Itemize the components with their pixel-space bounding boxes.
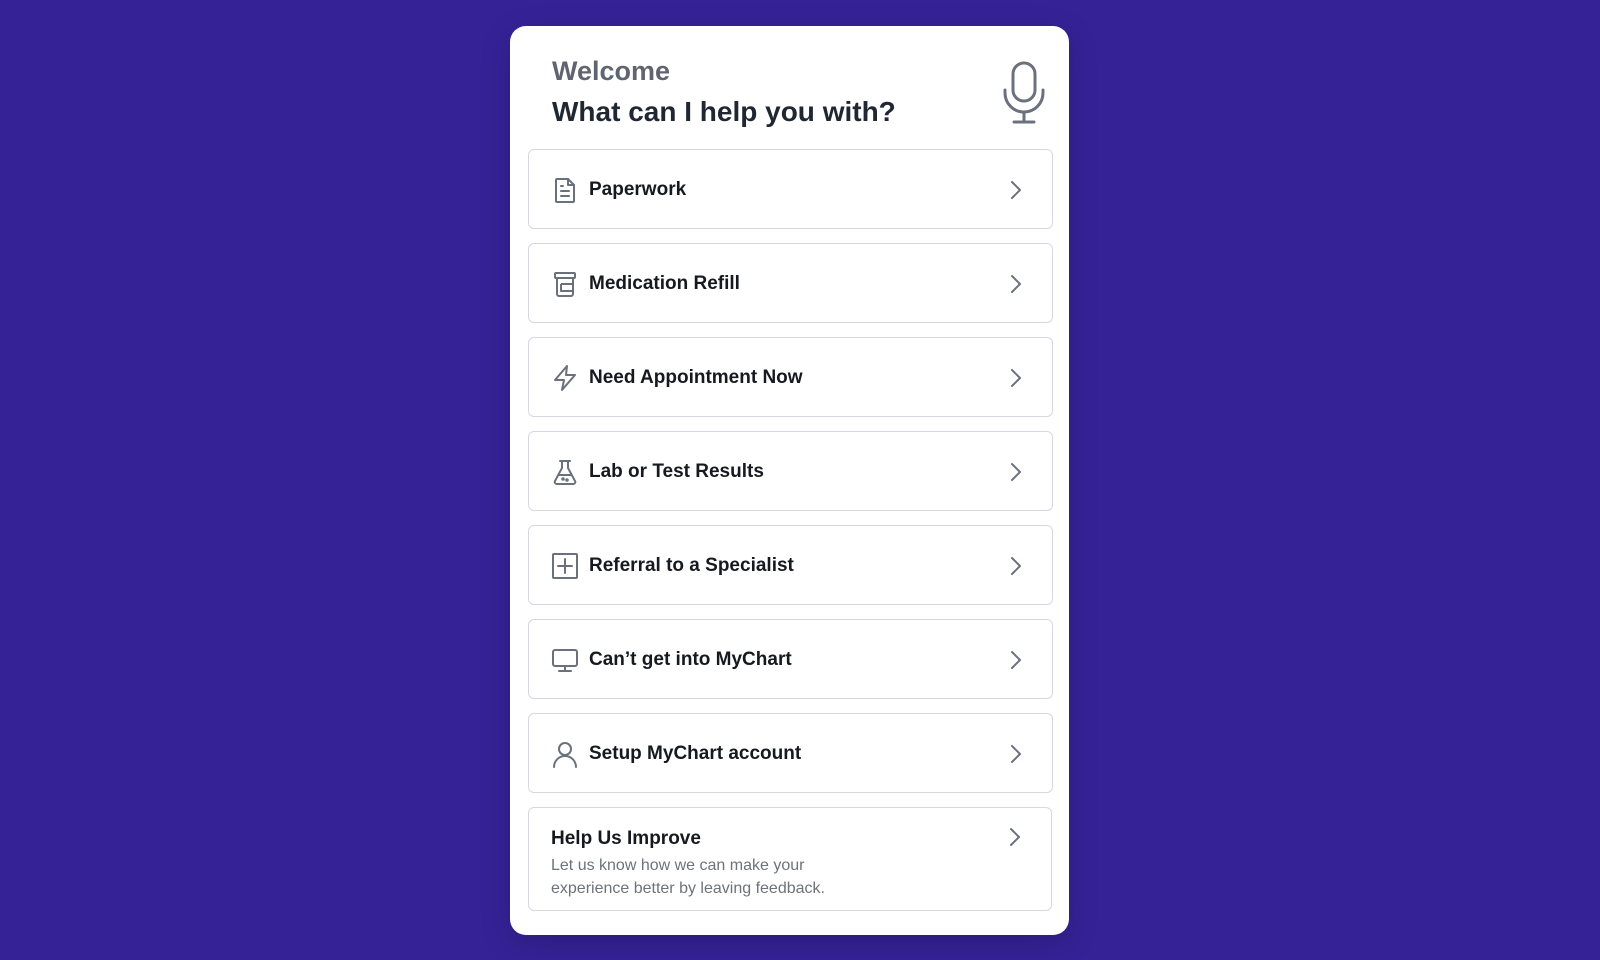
option-label: Paperwork	[589, 179, 687, 200]
chevron-right-icon	[1006, 461, 1026, 483]
option-need-appointment-now[interactable]: Need Appointment Now	[528, 337, 1053, 417]
microphone-icon[interactable]	[1001, 60, 1047, 126]
chevron-right-icon	[1006, 649, 1026, 671]
chevron-right-icon	[1005, 826, 1025, 848]
feedback-title: Help Us Improve	[551, 828, 701, 849]
chevron-right-icon	[1006, 555, 1026, 577]
option-label: Setup MyChart account	[589, 743, 802, 764]
chevron-right-icon	[1006, 273, 1026, 295]
chevron-right-icon	[1006, 179, 1026, 201]
option-setup-mychart-account[interactable]: Setup MyChart account	[528, 713, 1053, 793]
assistant-card: Welcome What can I help you with? Paperw…	[510, 26, 1069, 935]
plus-square-icon	[551, 552, 579, 580]
document-icon	[551, 176, 579, 204]
option-label: Need Appointment Now	[589, 367, 803, 388]
chevron-right-icon	[1006, 743, 1026, 765]
user-icon	[551, 740, 579, 768]
option-paperwork[interactable]: Paperwork	[528, 149, 1053, 229]
help-options-list: Paperwork Medication Refill Need Appoint…	[528, 149, 1053, 911]
option-cant-get-into-mychart[interactable]: Can’t get into MyChart	[528, 619, 1053, 699]
flask-icon	[551, 458, 579, 486]
option-label: Lab or Test Results	[589, 461, 764, 482]
card-header: Welcome What can I help you with?	[510, 26, 1069, 148]
pill-bottle-icon	[551, 270, 579, 298]
option-label: Can’t get into MyChart	[589, 649, 792, 670]
option-medication-refill[interactable]: Medication Refill	[528, 243, 1053, 323]
feedback-description: Let us know how we can make your experie…	[551, 857, 825, 897]
option-label: Medication Refill	[589, 273, 740, 294]
welcome-heading: Welcome	[552, 56, 671, 86]
lightning-icon	[551, 364, 579, 392]
option-label: Referral to a Specialist	[589, 555, 794, 576]
monitor-icon	[551, 646, 579, 674]
option-referral-specialist[interactable]: Referral to a Specialist	[528, 525, 1053, 605]
option-lab-test-results[interactable]: Lab or Test Results	[528, 431, 1053, 511]
help-prompt-heading: What can I help you with?	[552, 96, 896, 127]
page-background: Welcome What can I help you with? Paperw…	[0, 0, 1600, 960]
help-us-improve-card[interactable]: Help Us Improve Let us know how we can m…	[528, 807, 1052, 911]
chevron-right-icon	[1006, 367, 1026, 389]
